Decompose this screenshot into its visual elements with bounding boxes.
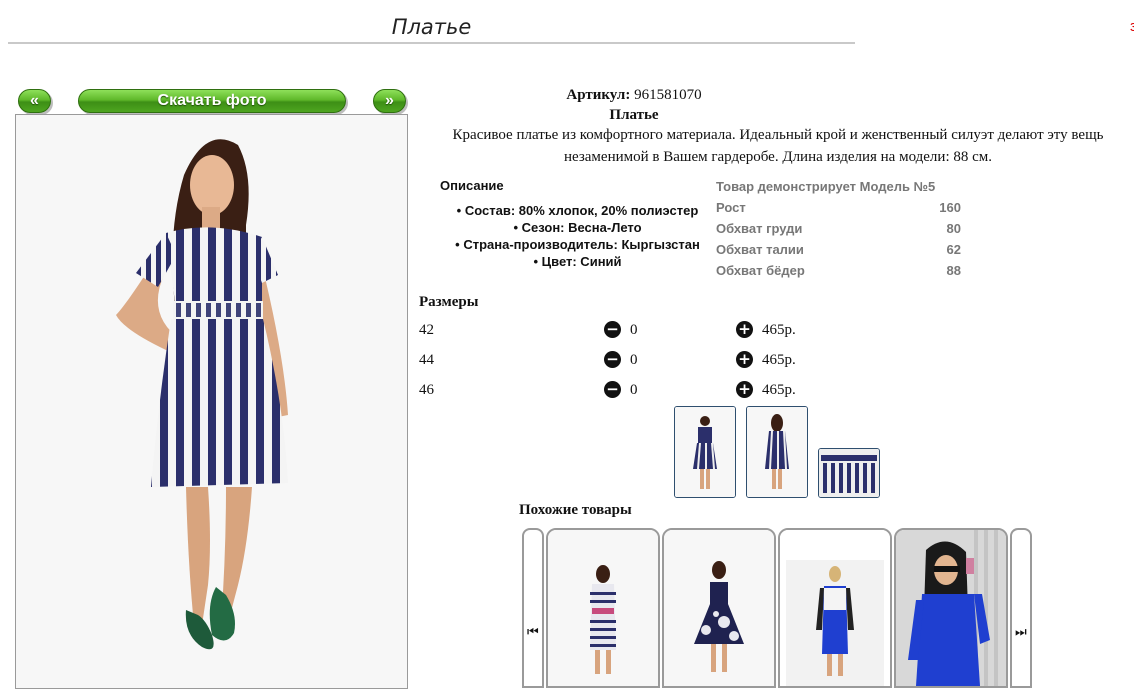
- photo-thumbnail-back[interactable]: [746, 406, 808, 498]
- carousel-next-button[interactable]: ⏭: [1010, 528, 1032, 688]
- size-label: 44: [419, 352, 434, 368]
- carousel-prev-button[interactable]: ⏮: [522, 528, 544, 688]
- property-item: Страна-производитель: Кыргызстан: [440, 236, 715, 253]
- measure-value: 62: [946, 242, 961, 257]
- skip-back-icon: ⏮: [527, 625, 539, 640]
- prev-photo-button[interactable]: «: [18, 89, 51, 113]
- size-row: 44 − 0 + 465р.: [419, 350, 819, 372]
- measure-label: Обхват груди: [716, 221, 803, 236]
- photo-thumbnail-detail[interactable]: [818, 448, 880, 498]
- similar-product-image: [780, 530, 890, 686]
- similar-product-card[interactable]: [894, 528, 1008, 688]
- main-product-photo[interactable]: [15, 114, 408, 689]
- thumbnail-image: [675, 407, 735, 497]
- model-measurements: Товар демонстрирует Модель №5 Рост 160 Об…: [716, 176, 961, 281]
- property-item: Сезон: Весна-Лето: [440, 219, 715, 236]
- similar-product-card[interactable]: [778, 528, 892, 688]
- similar-product-image: [548, 530, 658, 686]
- plus-circle-icon[interactable]: +: [736, 381, 753, 398]
- size-label: 46: [419, 382, 434, 398]
- minus-circle-icon[interactable]: −: [604, 321, 621, 338]
- similar-product-image: [664, 530, 774, 686]
- fabric-detail-image: [819, 449, 879, 497]
- similar-product-card[interactable]: [546, 528, 660, 688]
- model-in-striped-dress-image: [16, 115, 407, 688]
- plus-circle-icon[interactable]: +: [736, 321, 753, 338]
- minus-circle-icon[interactable]: −: [604, 351, 621, 368]
- model-title: Товар демонстрирует Модель №5: [716, 179, 936, 194]
- minus-circle-icon[interactable]: −: [604, 381, 621, 398]
- property-item: Цвет: Синий: [440, 253, 715, 270]
- corner-mark: з: [1130, 18, 1134, 34]
- property-item: Состав: 80% хлопок, 20% полиэстер: [440, 202, 715, 219]
- measure-label: Обхват талии: [716, 242, 804, 257]
- article-value: 961581070: [634, 87, 702, 103]
- photo-thumbnail-front[interactable]: [674, 406, 736, 498]
- product-name: Платье: [609, 107, 659, 123]
- properties-title: Описание: [440, 178, 504, 193]
- similar-product-card[interactable]: [662, 528, 776, 688]
- size-row: 42 − 0 + 465р.: [419, 320, 819, 342]
- size-label: 42: [419, 322, 434, 338]
- article-label: Артикул:: [566, 87, 631, 103]
- properties-block: Описание Состав: 80% хлопок, 20% полиэст…: [440, 178, 715, 270]
- plus-circle-icon[interactable]: +: [736, 351, 753, 368]
- quantity-value: 0: [630, 352, 638, 368]
- skip-forward-icon: ⏭: [1015, 625, 1027, 640]
- thumbnail-image: [747, 407, 807, 497]
- similar-product-image: [896, 530, 1006, 686]
- page-title: Платье: [8, 12, 855, 44]
- product-description: Красивое платье из комфортного материала…: [452, 127, 1104, 165]
- size-price: 465р.: [762, 352, 796, 368]
- quantity-value: 0: [630, 322, 638, 338]
- size-row: 46 − 0 + 465р.: [419, 380, 819, 402]
- measure-label: Рост: [716, 200, 746, 215]
- similar-products-title: Похожие товары: [519, 502, 632, 518]
- size-price: 465р.: [762, 322, 796, 338]
- measure-value: 160: [939, 200, 961, 215]
- measure-label: Обхват бёдер: [716, 263, 805, 278]
- sizes-title: Размеры: [419, 294, 479, 310]
- measure-value: 88: [946, 263, 961, 278]
- quantity-value: 0: [630, 382, 638, 398]
- size-price: 465р.: [762, 382, 796, 398]
- measure-value: 80: [946, 221, 961, 236]
